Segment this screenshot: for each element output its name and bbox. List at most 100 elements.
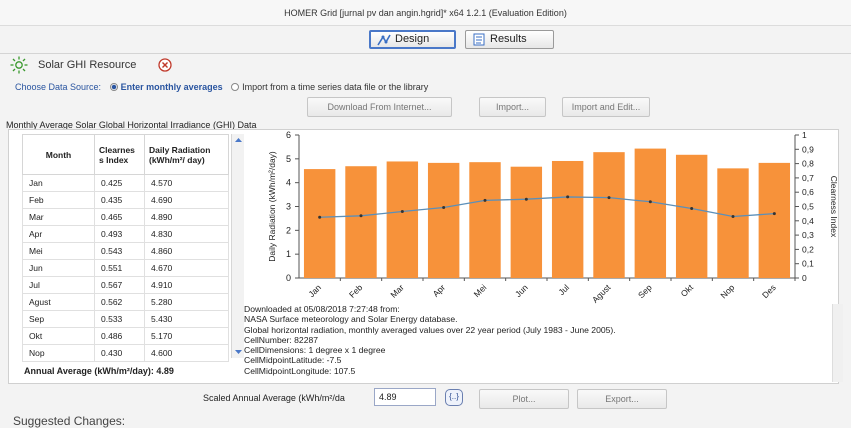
sun-icon [10,56,28,74]
table-row[interactable]: Jan 0.425 4.570 [22,174,229,192]
cell-month[interactable]: Jun [22,259,95,277]
scroll-up-icon[interactable] [234,136,243,144]
cell-month[interactable]: Mei [22,242,95,260]
cell-radiation[interactable]: 5.170 [144,327,229,345]
table-row[interactable]: Mei 0.543 4.860 [22,242,229,260]
x-tick-label: Mar [388,282,406,300]
cell-clearness[interactable]: 0.486 [94,327,145,345]
table-row[interactable]: Nop 0.430 4.600 [22,344,229,362]
download-button[interactable]: Download From Internet... [307,97,452,117]
x-tick-label: Okt [679,282,696,299]
download-info: Downloaded at 05/08/2018 7:27:48 from: N… [244,304,826,383]
info-line: CellMidpointLongitude: 107.5 [244,365,356,376]
tab-design-label: Design [395,33,430,45]
header-clearness: Clearnes s Index [94,134,145,175]
cell-month[interactable]: Nop [22,344,95,362]
table-row[interactable]: Feb 0.435 4.690 [22,191,229,209]
bar [427,162,460,278]
scaled-label: Scaled Annual Average (kWh/m²/da [203,393,345,403]
sensitivity-icon[interactable]: {..} [445,389,463,406]
plot-button[interactable]: Plot... [479,389,569,409]
x-tick-label: Jul [556,282,571,297]
cell-radiation[interactable]: 4.890 [144,208,229,226]
line-point [318,215,322,219]
cell-clearness[interactable]: 0.435 [94,191,145,209]
cell-radiation[interactable]: 5.430 [144,310,229,328]
y2-tick-label: 0,8 [802,159,814,169]
x-tick-label: Feb [347,282,365,300]
cell-clearness[interactable]: 0.567 [94,276,145,294]
close-circle-icon[interactable] [158,58,172,72]
table-row[interactable]: Apr 0.493 4.830 [22,225,229,243]
y-tick-label: 6 [286,130,291,140]
table-row[interactable]: Sep 0.533 5.430 [22,310,229,328]
y-tick-label: 5 [286,154,291,164]
monthly-table[interactable]: Month Clearnes s Index Daily Radiation (… [22,134,229,362]
cell-month[interactable]: Feb [22,191,95,209]
y2-tick-label: 0,3 [802,230,814,240]
y2-tick-label: 0,4 [802,216,814,226]
cell-clearness[interactable]: 0.465 [94,208,145,226]
cell-radiation[interactable]: 4.910 [144,276,229,294]
cell-radiation[interactable]: 4.860 [144,242,229,260]
resource-title: Solar GHI Resource [38,59,137,71]
cell-radiation[interactable]: 4.670 [144,259,229,277]
import-button[interactable]: Import... [479,97,546,117]
line-point [772,212,776,216]
cell-radiation[interactable]: 4.570 [144,174,229,192]
import-edit-button[interactable]: Import and Edit... [562,97,650,117]
cell-month[interactable]: Jan [22,174,95,192]
x-tick-label: Des [760,282,778,300]
radio-import[interactable]: Import from a time series data file or t… [231,82,428,92]
scaled-input[interactable]: 4.89 [374,388,436,406]
cell-month[interactable]: Mar [22,208,95,226]
cell-month[interactable]: Sep [22,310,95,328]
cell-clearness[interactable]: 0.551 [94,259,145,277]
data-source-row: Choose Data Source: Enter monthly averag… [15,82,428,96]
radio-selected-icon [109,83,118,91]
cell-month[interactable]: Apr [22,225,95,243]
radio-monthly[interactable]: Enter monthly averages [109,82,223,92]
bar [510,166,543,278]
info-line: NASA Surface meteorology and Solar Energ… [244,314,458,325]
info-scrollbar[interactable] [832,304,843,382]
cell-clearness[interactable]: 0.543 [94,242,145,260]
line-point [483,198,487,202]
bar [345,166,377,278]
cell-radiation[interactable]: 4.690 [144,191,229,209]
cell-radiation[interactable]: 4.600 [144,344,229,362]
cell-clearness[interactable]: 0.562 [94,293,145,311]
cell-clearness[interactable]: 0.493 [94,225,145,243]
y2-tick-label: 0,2 [802,244,814,254]
line-point [566,195,570,199]
y2-tick-label: 0,5 [802,202,814,212]
y-tick-label: 1 [286,249,291,259]
cell-radiation[interactable]: 5.280 [144,293,229,311]
cell-month[interactable]: Okt [22,327,95,345]
cell-clearness[interactable]: 0.533 [94,310,145,328]
results-icon [473,33,485,46]
table-row[interactable]: Okt 0.486 5.170 [22,327,229,345]
bar [634,148,667,278]
tab-results[interactable]: Results [465,30,554,49]
cell-clearness[interactable]: 0.425 [94,174,145,192]
cell-month[interactable]: Jul [22,276,95,294]
divider [0,53,851,54]
tab-design[interactable]: Design [369,30,456,49]
table-row[interactable]: Agust 0.562 5.280 [22,293,229,311]
bar [593,152,625,278]
x-tick-label: Apr [431,282,448,299]
cell-radiation[interactable]: 4.830 [144,225,229,243]
table-row[interactable]: Jul 0.567 4.910 [22,276,229,294]
line-point [359,214,363,218]
table-row[interactable]: Mar 0.465 4.890 [22,208,229,226]
table-scrollbar[interactable] [231,134,244,358]
scroll-down-icon[interactable] [234,348,243,356]
info-line: CellMidpointLatitude: -7.5 [244,355,342,366]
export-button[interactable]: Export... [577,389,667,409]
table-row[interactable]: Jun 0.551 4.670 [22,259,229,277]
line-point [648,200,652,204]
tab-bar: Design Results [0,26,851,52]
cell-clearness[interactable]: 0.430 [94,344,145,362]
cell-month[interactable]: Agust [22,293,95,311]
